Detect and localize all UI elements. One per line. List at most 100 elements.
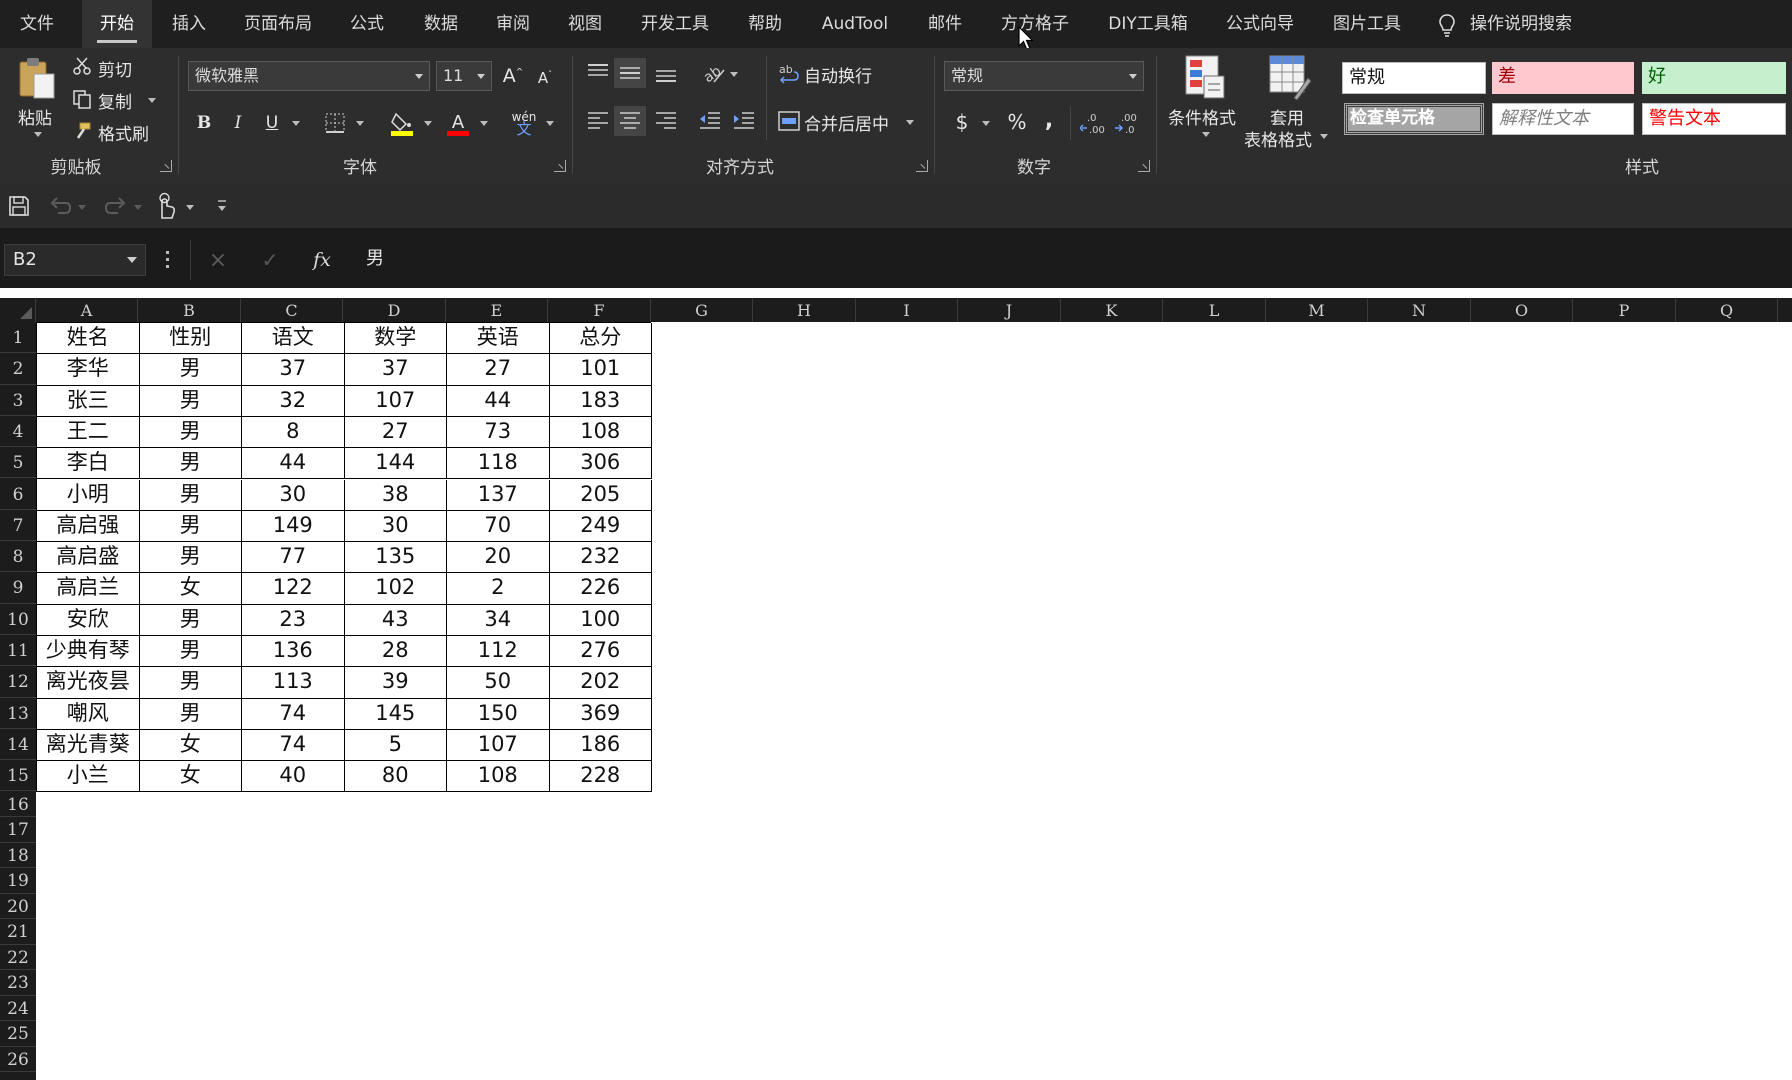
table-cell[interactable]: 男 [139, 448, 242, 480]
bold-button[interactable]: B [192, 110, 216, 136]
table-header-cell[interactable]: 数学 [344, 323, 447, 355]
table-cell[interactable]: 39 [344, 667, 447, 699]
style-warning[interactable]: 警告文本 [1642, 103, 1786, 135]
merge-dropdown-icon[interactable] [906, 120, 914, 125]
tab-data[interactable]: 数据 [408, 0, 474, 48]
align-left-icon[interactable] [586, 110, 610, 132]
align-bottom-icon[interactable] [654, 62, 678, 84]
table-cell[interactable]: 102 [344, 573, 447, 605]
table-cell[interactable]: 男 [139, 385, 242, 417]
row-header[interactable]: 8 [0, 541, 36, 573]
table-cell[interactable]: 107 [447, 729, 550, 762]
borders-dropdown-icon[interactable] [356, 121, 364, 126]
align-top-icon[interactable] [586, 62, 610, 84]
table-cell[interactable]: 232 [549, 542, 652, 574]
column-header[interactable]: C [241, 298, 343, 322]
table-cell[interactable]: 183 [549, 385, 652, 417]
table-cell[interactable]: 150 [447, 698, 550, 730]
table-cell[interactable]: 男 [139, 698, 242, 730]
table-cell[interactable]: 137 [447, 479, 550, 511]
tab-file[interactable]: 文件 [0, 0, 74, 48]
conditional-dropdown-icon[interactable] [1202, 132, 1210, 137]
table-cell[interactable]: 27 [344, 416, 447, 449]
search-tell-me[interactable]: 操作说明搜索 [1470, 0, 1600, 48]
decrease-indent-icon[interactable] [698, 110, 722, 132]
column-header[interactable]: F [548, 298, 651, 322]
tab-view[interactable]: 视图 [552, 0, 618, 48]
table-cell[interactable]: 276 [549, 636, 652, 668]
table-cell[interactable]: 108 [447, 761, 550, 793]
row-header[interactable]: 5 [0, 447, 36, 479]
table-cell[interactable]: 73 [447, 416, 550, 449]
align-right-icon[interactable] [654, 110, 678, 132]
tab-help[interactable]: 帮助 [730, 0, 800, 48]
copy-dropdown-icon[interactable] [148, 98, 156, 103]
row-header[interactable]: 23 [0, 970, 36, 996]
table-cell[interactable]: 高启盛 [37, 542, 140, 574]
font-name-select[interactable]: 微软雅黑 [188, 61, 430, 91]
table-cell[interactable]: 112 [447, 636, 550, 668]
table-cell[interactable]: 37 [242, 354, 345, 386]
table-header-cell[interactable]: 性别 [139, 323, 242, 355]
currency-dropdown-icon[interactable] [982, 121, 990, 126]
format-painter-button[interactable]: 格式刷 [98, 120, 149, 145]
conditional-formatting-button[interactable]: 条件格式 [1168, 104, 1236, 129]
style-bad[interactable]: 差 [1492, 62, 1634, 94]
table-cell[interactable]: 离光夜昙 [37, 667, 140, 699]
number-launcher-icon[interactable] [1138, 160, 1150, 172]
table-cell[interactable]: 少典有琴 [37, 636, 140, 668]
table-header-cell[interactable]: 语文 [242, 323, 345, 355]
select-all-corner[interactable] [0, 298, 36, 322]
style-normal[interactable]: 常规 [1342, 62, 1486, 94]
font-color-dropdown-icon[interactable] [480, 121, 488, 126]
row-header[interactable]: 25 [0, 1021, 36, 1047]
customize-qat-icon[interactable] [216, 199, 228, 213]
row-header[interactable]: 4 [0, 416, 36, 448]
tab-mail[interactable]: 邮件 [912, 0, 978, 48]
orientation-icon[interactable]: ab [700, 60, 726, 86]
row-header[interactable]: 26 [0, 1047, 36, 1072]
table-cell[interactable]: 30 [242, 479, 345, 511]
table-cell[interactable]: 32 [242, 385, 345, 417]
currency-button[interactable]: $ [950, 108, 974, 136]
wrap-text-button[interactable]: 自动换行 [804, 62, 872, 87]
column-header[interactable]: I [856, 298, 958, 322]
row-header[interactable]: 16 [0, 792, 36, 817]
alignment-launcher-icon[interactable] [916, 160, 928, 172]
paste-button[interactable]: 粘贴 [18, 104, 52, 129]
column-header[interactable]: O [1471, 298, 1573, 322]
paste-dropdown-icon[interactable] [34, 132, 42, 137]
table-cell[interactable]: 74 [242, 729, 345, 762]
column-header[interactable]: B [138, 298, 241, 322]
table-cell[interactable]: 44 [447, 385, 550, 417]
column-header[interactable]: G [651, 298, 753, 322]
row-header[interactable]: 22 [0, 945, 36, 970]
column-header[interactable]: A [36, 298, 138, 322]
tab-review[interactable]: 审阅 [480, 0, 546, 48]
table-cell[interactable]: 女 [139, 729, 242, 762]
table-cell[interactable]: 37 [344, 354, 447, 386]
table-header-cell[interactable]: 英语 [447, 323, 550, 355]
style-good[interactable]: 好 [1642, 62, 1786, 94]
table-cell[interactable]: 228 [549, 761, 652, 793]
table-cell[interactable]: 王二 [37, 416, 140, 449]
underline-dropdown-icon[interactable] [292, 121, 300, 126]
table-cell[interactable]: 20 [447, 542, 550, 574]
name-box[interactable]: B2 [4, 244, 146, 276]
row-header[interactable]: 19 [0, 868, 36, 894]
row-header[interactable]: 18 [0, 843, 36, 868]
table-cell[interactable]: 205 [549, 479, 652, 511]
table-cell[interactable]: 249 [549, 510, 652, 543]
row-header[interactable]: 9 [0, 572, 36, 604]
row-header[interactable]: 12 [0, 666, 36, 698]
phonetic-dropdown-icon[interactable] [546, 121, 554, 126]
row-header[interactable]: 6 [0, 479, 36, 510]
fill-color-icon[interactable] [390, 110, 414, 136]
table-cell[interactable]: 27 [447, 354, 550, 386]
column-header[interactable]: D [343, 298, 446, 322]
touch-mode-icon[interactable] [154, 192, 176, 220]
touch-mode-dropdown-icon[interactable] [186, 205, 194, 210]
column-header[interactable]: H [753, 298, 856, 322]
redo-dropdown-icon[interactable] [134, 205, 142, 210]
tab-home[interactable]: 开始 [82, 0, 152, 48]
